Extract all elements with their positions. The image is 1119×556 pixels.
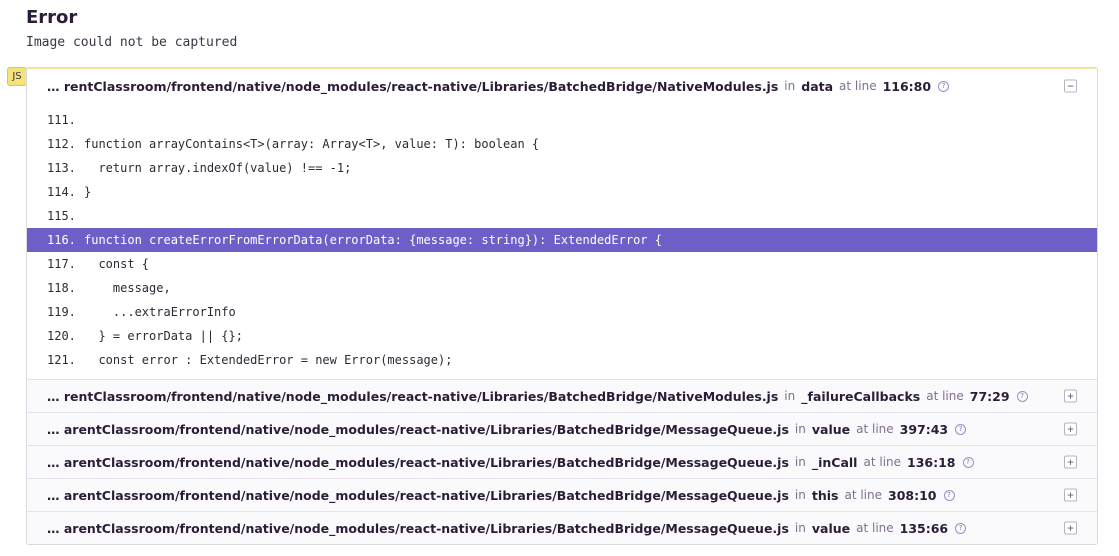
code-line-text: const { (84, 257, 150, 271)
frame-function: this (811, 487, 839, 503)
frame-line-number: 116:80 (882, 78, 932, 94)
frame-in-label: in (794, 488, 806, 502)
info-icon[interactable]: ? (938, 80, 950, 92)
code-line: 115. (27, 204, 1097, 228)
code-line: 118. message, (27, 276, 1097, 300)
frame-line-number: 397:43 (899, 421, 949, 437)
frame-function: _failureCallbacks (801, 388, 921, 404)
frame-in-label: in (784, 389, 796, 403)
info-icon[interactable]: ? (962, 456, 974, 468)
code-line-text: ...extraErrorInfo (84, 305, 236, 319)
code-line: 112. function arrayContains<T>(array: Arr… (27, 132, 1097, 156)
frame-function: value (811, 520, 851, 536)
code-line-number: 121. (47, 353, 76, 367)
error-message: Image could not be captured (26, 35, 238, 50)
stack-frame-header[interactable]: … rentClassroom/frontend/native/node_mod… (27, 379, 1097, 412)
expand-frame-button[interactable]: + (1064, 455, 1077, 469)
code-line-number: 116. (47, 233, 76, 247)
stack-frame-header[interactable]: … arentClassroom/frontend/native/node_mo… (27, 412, 1097, 445)
frame-at-line-label: at line (839, 79, 877, 93)
code-line-text: function createErrorFromErrorData(errorD… (84, 233, 662, 247)
code-line-number: 119. (47, 305, 76, 319)
code-line-number: 115. (47, 209, 76, 223)
code-line: 111. (27, 108, 1097, 132)
code-line-text: } = errorData || {}; (84, 329, 243, 343)
frame-filename: … arentClassroom/frontend/native/node_mo… (47, 487, 789, 503)
frame-filename: … arentClassroom/frontend/native/node_mo… (47, 421, 789, 437)
code-line-number: 112. (47, 137, 76, 151)
code-line: 113. return array.indexOf(value) !== -1; (27, 156, 1097, 180)
expand-frame-button[interactable]: + (1064, 422, 1077, 436)
code-line-highlighted: 116. function createErrorFromErrorData(er… (27, 228, 1097, 252)
info-icon[interactable]: ? (955, 423, 967, 435)
frame-line-number: 136:18 (907, 454, 956, 470)
frame-at-line-label: at line (926, 389, 964, 403)
frame-line-number: 308:10 (888, 487, 937, 503)
stacktrace-frames: … rentClassroom/frontend/native/node_mod… (26, 67, 1098, 545)
expand-frame-button[interactable]: + (1064, 389, 1077, 403)
frame-in-label: in (794, 422, 806, 436)
frame-at-line-label: at line (856, 521, 894, 535)
code-line-number: 120. (47, 329, 76, 343)
code-context: 111. 112. function arrayContains<T>(array… (27, 103, 1097, 379)
code-line-number: 111. (47, 113, 76, 127)
frame-function: data (801, 78, 834, 94)
platform-badge: JS (7, 67, 27, 86)
frame-function: value (811, 421, 851, 437)
info-icon[interactable]: ? (943, 489, 955, 501)
code-line-number: 118. (47, 281, 76, 295)
code-line-number: 113. (47, 161, 76, 175)
code-line-text: function arrayContains<T>(array: Array<T… (84, 137, 540, 151)
frame-at-line-label: at line (863, 455, 902, 469)
frame-in-label: in (794, 521, 806, 535)
stack-frame-header[interactable]: … rentClassroom/frontend/native/node_mod… (27, 68, 1097, 103)
frame-in-label: in (794, 455, 806, 469)
expand-frame-button[interactable]: + (1064, 488, 1077, 502)
frame-filename: … arentClassroom/frontend/native/node_mo… (47, 520, 789, 536)
frame-line-number: 77:29 (969, 388, 1010, 404)
stack-frame-header[interactable]: … arentClassroom/frontend/native/node_mo… (27, 511, 1097, 544)
frame-line-number: 135:66 (899, 520, 949, 536)
info-icon[interactable]: ? (955, 522, 967, 534)
code-line-text: message, (84, 281, 171, 295)
frame-at-line-label: at line (844, 488, 882, 502)
frame-function: _inCall (811, 454, 858, 470)
code-line-number: 114. (47, 185, 76, 199)
stack-frame-header[interactable]: … arentClassroom/frontend/native/node_mo… (27, 478, 1097, 511)
code-line: 114.} (27, 180, 1097, 204)
frame-in-label: in (784, 79, 796, 93)
info-icon[interactable]: ? (1016, 390, 1028, 402)
error-title: Error (26, 7, 78, 28)
collapse-frame-button[interactable]: − (1064, 79, 1077, 93)
code-line: 120. } = errorData || {}; (27, 324, 1097, 348)
expand-frame-button[interactable]: + (1064, 521, 1077, 535)
code-line-text: } (84, 185, 92, 199)
frame-at-line-label: at line (856, 422, 894, 436)
code-line-number: 117. (47, 257, 76, 271)
code-line: 121. const error : ExtendedError = new E… (27, 348, 1097, 372)
stack-frame-header[interactable]: … arentClassroom/frontend/native/node_mo… (27, 445, 1097, 478)
frame-filename: … rentClassroom/frontend/native/node_mod… (47, 388, 779, 404)
code-line-text: return array.indexOf(value) !== -1; (84, 161, 352, 175)
code-line: 117. const { (27, 252, 1097, 276)
frame-filename: … arentClassroom/frontend/native/node_mo… (47, 454, 789, 470)
code-line: 119. ...extraErrorInfo (27, 300, 1097, 324)
code-line-text: const error : ExtendedError = new Error(… (84, 353, 453, 367)
frame-filename: … rentClassroom/frontend/native/node_mod… (47, 78, 779, 94)
